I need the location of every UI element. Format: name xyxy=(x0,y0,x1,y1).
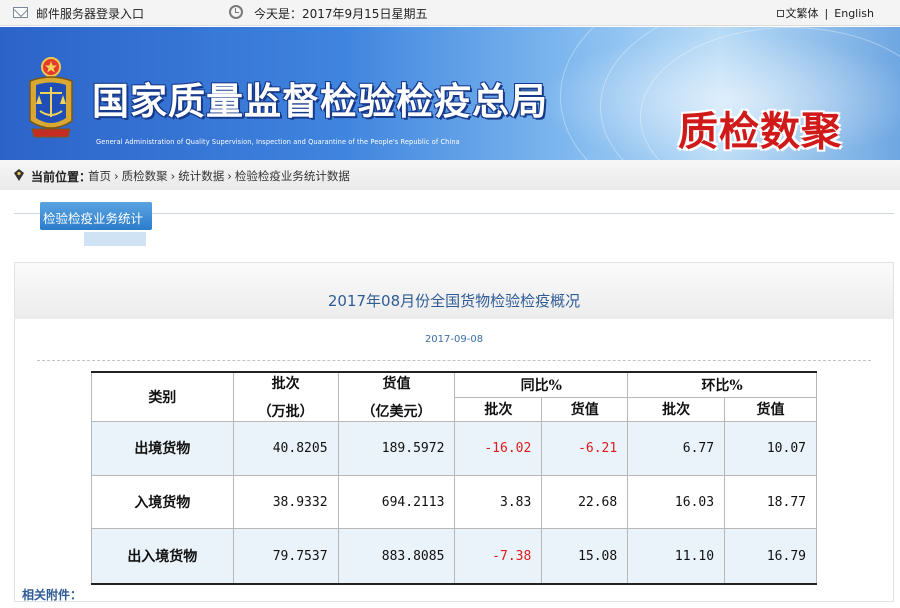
language-switcher: 文繁体 | English xyxy=(776,5,874,21)
location-pin-icon xyxy=(14,169,24,181)
cell-mom-value: 16.79 xyxy=(724,528,817,586)
header-batches-unit: （万批） xyxy=(257,404,314,420)
table-row: 出入境货物 79.7537 883.8085 -7.38 15.08 11.10… xyxy=(91,528,817,586)
dashed-divider xyxy=(37,360,871,361)
header-category: 类别 xyxy=(91,371,234,422)
header-value-label: 货值 xyxy=(382,376,411,392)
breadcrumb-statistics[interactable]: 统计数据 xyxy=(178,169,224,183)
table-row: 入境货物 38.9332 694.2113 3.83 22.68 16.03 1… xyxy=(91,474,817,530)
article-date: 2017-09-08 xyxy=(424,334,484,345)
cell-yoy-value: 22.68 xyxy=(541,474,629,530)
header-batches-label: 批次 xyxy=(271,376,300,392)
cell-mom-batches: 16.03 xyxy=(627,474,726,530)
cell-yoy-value: 15.08 xyxy=(541,528,629,586)
cell-mom-batches: 6.77 xyxy=(627,421,726,476)
breadcrumb-separator: › xyxy=(114,169,119,183)
cell-batches: 79.7537 xyxy=(232,528,339,586)
breadcrumb-data[interactable]: 质检数聚 xyxy=(122,169,168,183)
language-separator: | xyxy=(824,7,829,20)
row-category: 出入境货物 xyxy=(91,528,234,586)
breadcrumb-trail: 首页 › 质检数聚 › 统计数据 › 检验检疫业务统计数据 xyxy=(88,168,350,184)
traditional-chinese-link[interactable]: 文繁体 xyxy=(786,7,819,20)
article-title: 2017年08月份全国货物检验检疫概况 xyxy=(327,292,581,310)
cell-batches: 38.9332 xyxy=(232,474,339,530)
subheader-yoy-value: 货值 xyxy=(541,396,629,423)
breadcrumb-home[interactable]: 首页 xyxy=(88,169,111,183)
checkbox-icon xyxy=(776,10,784,17)
mail-icon xyxy=(13,7,28,18)
cell-yoy-batches: 3.83 xyxy=(454,474,543,530)
cell-mom-value: 10.07 xyxy=(724,421,817,476)
cell-batches: 40.8205 xyxy=(232,421,339,476)
header-mom: 环比% xyxy=(627,370,817,398)
cell-yoy-batches: -16.02 xyxy=(454,421,543,476)
subheader-mom-value: 货值 xyxy=(724,396,817,423)
row-category: 出境货物 xyxy=(91,421,234,476)
cell-value: 883.8085 xyxy=(337,528,456,586)
section-tab[interactable]: 检验检疫业务统计 xyxy=(40,202,152,246)
cell-yoy-value: -6.21 xyxy=(541,421,629,476)
today-date: 今天是：2017年9月15日星期五 xyxy=(254,7,428,21)
cell-yoy-batches: -7.38 xyxy=(454,528,543,586)
header-value-unit: （亿美元） xyxy=(361,404,432,420)
inspection-stats-table: 类别 批次 （万批） 货值 （亿美元） 同比% 环比% 批次 货值 批次 货值 … xyxy=(91,370,817,586)
header-value: 货值 （亿美元） xyxy=(337,371,456,422)
cell-value: 694.2113 xyxy=(337,474,456,530)
cell-value: 189.5972 xyxy=(337,421,456,476)
cell-mom-value: 18.77 xyxy=(724,474,817,530)
clock-icon xyxy=(229,5,243,19)
organization-name: 国家质量监督检验检疫总局 xyxy=(92,80,548,123)
section-tab-label: 检验检疫业务统计 xyxy=(43,211,144,226)
cell-mom-batches: 11.10 xyxy=(627,528,726,586)
organization-name-english: General Administration of Quality Superv… xyxy=(96,138,460,146)
breadcrumb-label: 当前位置： xyxy=(31,170,92,184)
english-link[interactable]: English xyxy=(834,7,874,20)
row-category: 入境货物 xyxy=(91,474,234,530)
subheader-mom-batches: 批次 xyxy=(627,396,726,423)
subheader-yoy-batches: 批次 xyxy=(454,396,543,423)
breadcrumb: 当前位置： 首页 › 质检数聚 › 统计数据 › 检验检疫业务统计数据 xyxy=(0,160,900,190)
breadcrumb-current[interactable]: 检验检疫业务统计数据 xyxy=(235,169,350,183)
top-bar: 邮件服务器登录入口 今天是：2017年9月15日星期五 文繁体 | English xyxy=(0,0,900,26)
national-emblem-icon xyxy=(29,57,73,138)
mail-server-login-link[interactable]: 邮件服务器登录入口 xyxy=(36,5,144,22)
breadcrumb-separator: › xyxy=(227,169,232,183)
attachments-label: 相关附件： xyxy=(22,588,83,602)
header-yoy: 同比% xyxy=(454,370,629,398)
header-batches: 批次 （万批） xyxy=(232,371,339,422)
breadcrumb-separator: › xyxy=(170,169,176,183)
brand-title: 质检数聚 xyxy=(678,109,842,155)
site-banner: 国家质量监督检验检疫总局 General Administration of Q… xyxy=(0,27,900,160)
table-row: 出境货物 40.8205 189.5972 -16.02 -6.21 6.77 … xyxy=(91,421,817,476)
